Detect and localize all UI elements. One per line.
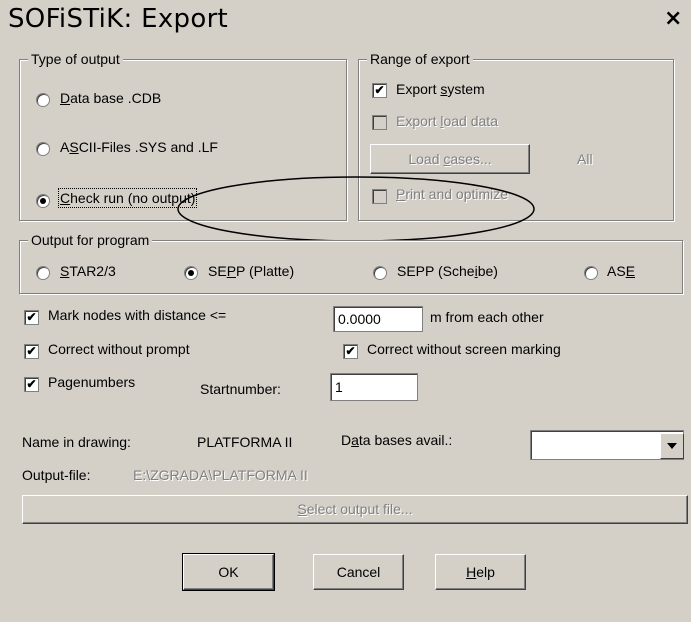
node-distance-suffix: m from each other: [430, 309, 544, 325]
radio-ase[interactable]: [584, 266, 598, 280]
radio-ascii-files[interactable]: [36, 142, 50, 156]
radio-star23-label[interactable]: STAR2/3: [60, 263, 116, 279]
output-file-label: Output-file:: [22, 467, 91, 483]
node-distance-input[interactable]: 0.0000: [333, 306, 423, 332]
output-for-program-group: Output for program: [19, 232, 683, 294]
annotation-ellipse: [177, 176, 535, 242]
export-system-label[interactable]: Export system: [396, 81, 485, 97]
radio-sepp-platte[interactable]: [184, 266, 198, 280]
databases-avail-label: Data bases avail.:: [341, 432, 453, 448]
chevron-down-icon[interactable]: [660, 433, 684, 459]
mark-nodes-checkbox[interactable]: ✔: [24, 310, 39, 325]
startnumber-label: Startnumber:: [200, 381, 281, 397]
export-load-data-label[interactable]: Export load data: [396, 113, 498, 129]
name-in-drawing-value: PLATFORMA II: [197, 434, 293, 450]
title-bar[interactable]: SOFiSTiK: Export ×: [0, 0, 691, 42]
type-of-output-legend: Type of output: [28, 51, 123, 67]
radio-database-cdb-label[interactable]: Data base .CDB: [60, 90, 161, 106]
radio-sepp-scheibe-label[interactable]: SEPP (Scheibe): [397, 263, 498, 279]
radio-sepp-scheibe[interactable]: [373, 266, 387, 280]
correct-without-marking-label[interactable]: Correct without screen marking: [367, 341, 561, 357]
radio-database-cdb[interactable]: [36, 93, 50, 107]
output-file-path: E:\ZGRADA\PLATFORMA II: [133, 467, 308, 483]
range-of-export-legend: Range of export: [367, 51, 473, 67]
radio-ascii-files-label[interactable]: ASCII-Files .SYS and .LF: [60, 139, 218, 155]
radio-star23[interactable]: [36, 266, 50, 280]
pagenumbers-label[interactable]: Pagenumbers: [48, 374, 135, 390]
mark-nodes-label[interactable]: Mark nodes with distance <=: [48, 307, 226, 323]
name-in-drawing-label: Name in drawing:: [22, 434, 131, 450]
export-dialog: SOFiSTiK: Export × Type of output Data b…: [0, 0, 691, 622]
cancel-button[interactable]: Cancel: [313, 554, 404, 590]
correct-without-prompt-checkbox[interactable]: ✔: [24, 344, 39, 359]
export-load-data-checkbox[interactable]: [372, 115, 387, 130]
correct-without-marking-checkbox[interactable]: ✔: [343, 344, 358, 359]
radio-check-run[interactable]: [36, 194, 50, 208]
window-title: SOFiSTiK: Export: [8, 4, 229, 34]
export-system-checkbox[interactable]: ✔: [372, 83, 387, 98]
ok-button[interactable]: OK: [182, 553, 275, 591]
radio-ase-label[interactable]: ASE: [607, 263, 635, 279]
load-cases-value: All: [577, 151, 593, 167]
select-output-file-button[interactable]: Select output file...: [22, 495, 688, 524]
correct-without-prompt-label[interactable]: Correct without prompt: [48, 341, 190, 357]
startnumber-input[interactable]: 1: [330, 373, 418, 401]
output-for-program-legend: Output for program: [28, 232, 153, 248]
close-icon[interactable]: ×: [664, 6, 686, 32]
pagenumbers-checkbox[interactable]: ✔: [24, 377, 39, 392]
help-button[interactable]: Help: [435, 554, 526, 590]
radio-sepp-platte-label[interactable]: SEPP (Platte): [208, 263, 294, 279]
